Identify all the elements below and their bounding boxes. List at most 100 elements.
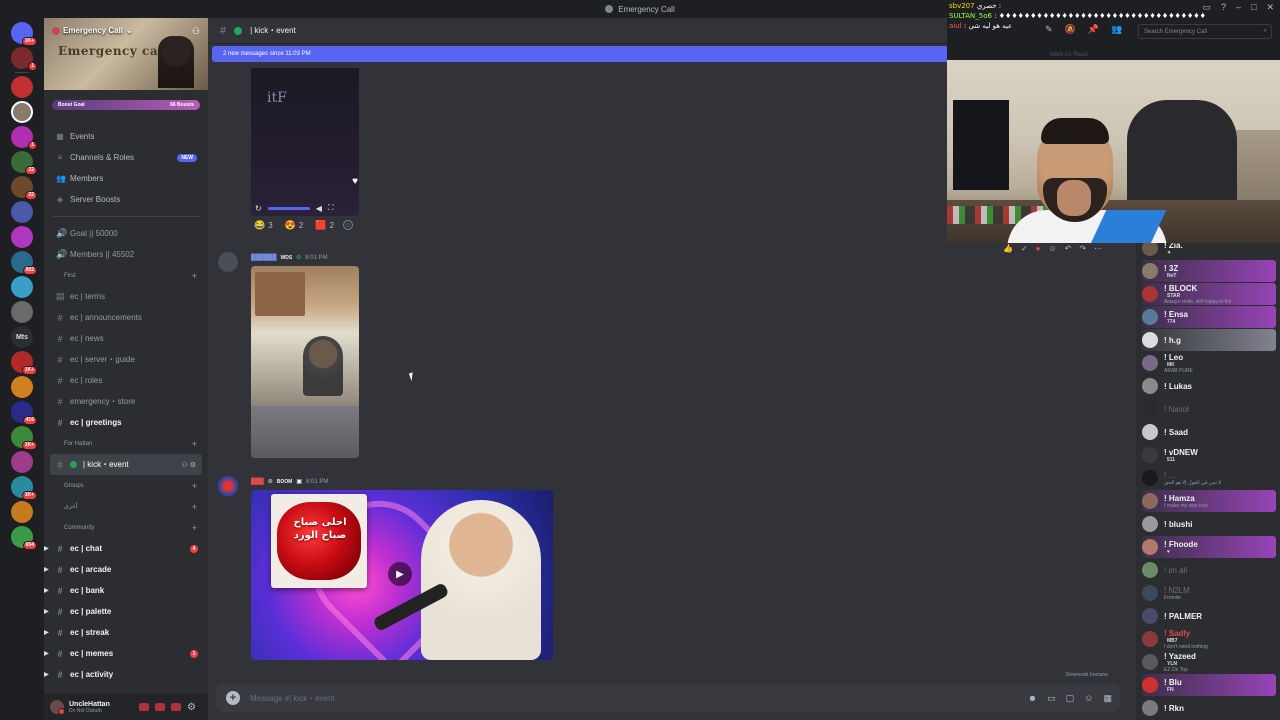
- member-item[interactable]: ! Lukas: [1142, 375, 1276, 397]
- replay-icon[interactable]: ↻: [255, 204, 262, 213]
- channel-palette[interactable]: ▶ # ec | palette: [44, 601, 208, 622]
- avatar[interactable]: [218, 252, 238, 272]
- add-reaction-icon[interactable]: ☺: [343, 220, 354, 230]
- author-name[interactable]: ███: [251, 479, 264, 485]
- member-item[interactable]: ! Fhoode ♥: [1142, 536, 1276, 558]
- channel-kick-event[interactable]: # | kick・event ⚇ ⚙: [50, 454, 202, 475]
- category-first[interactable]: First +: [44, 265, 208, 286]
- server-icon[interactable]: 502: [11, 251, 37, 275]
- server-icon[interactable]: 1: [11, 126, 37, 150]
- mute-channel-icon[interactable]: 🔕: [1065, 24, 1076, 35]
- add-reaction-icon[interactable]: ☺: [1049, 244, 1057, 253]
- fullscreen-icon[interactable]: ⛶: [328, 203, 334, 213]
- member-item[interactable]: ! Rkn: [1142, 697, 1276, 719]
- menu-item-members[interactable]: 👥 Members: [44, 168, 208, 189]
- reaction[interactable]: 😍 2: [282, 218, 307, 232]
- member-item[interactable]: ! Ensa 774: [1142, 306, 1276, 328]
- server-icon[interactable]: 1K+: [11, 476, 37, 500]
- category-for-hattan[interactable]: For Hattan +: [44, 433, 208, 454]
- boost-goal-bar[interactable]: Boost Goal 66 Boosts: [52, 100, 200, 110]
- channel-greetings[interactable]: # ec | greetings: [44, 412, 208, 433]
- add-channel-icon[interactable]: +: [192, 523, 197, 533]
- video-progress-bar[interactable]: [267, 206, 310, 210]
- message-composer[interactable]: + Message #| kick・event ☻ ▭ ▢ ☺ ▦: [216, 684, 1120, 712]
- channel-news[interactable]: # ec | news: [44, 328, 208, 349]
- stat-channel-goal[interactable]: 🔊 Goal || 50000: [44, 223, 208, 244]
- stat-channel-members[interactable]: 🔊 Members || 45502: [44, 244, 208, 265]
- close-icon[interactable]: ✕: [1266, 2, 1274, 13]
- channel-memes[interactable]: ▶ # ec | memes 1: [44, 643, 208, 664]
- add-channel-icon[interactable]: +: [192, 271, 197, 281]
- server-icon[interactable]: [11, 226, 33, 248]
- server-icon-active[interactable]: [11, 101, 33, 123]
- server-icon[interactable]: 1: [11, 47, 37, 71]
- server-banner[interactable]: Emergency Call ⌄ ⚇ Emergency call: [44, 18, 208, 90]
- add-channel-icon[interactable]: +: [192, 502, 197, 512]
- menu-item-channels-roles[interactable]: ≡ Channels & Roles NEW: [44, 147, 208, 168]
- composer-placeholder[interactable]: Message #| kick・event: [250, 693, 335, 704]
- category-community[interactable]: Community +: [44, 517, 208, 538]
- channel-settings-icon[interactable]: ⚇ ⚙: [182, 461, 197, 469]
- add-channel-icon[interactable]: +: [192, 439, 197, 449]
- avatar[interactable]: [50, 700, 65, 715]
- member-item[interactable]: ! im ali: [1142, 559, 1276, 581]
- member-list-icon[interactable]: 👥: [1111, 24, 1122, 35]
- member-item[interactable]: ! Zia. ✦: [1142, 243, 1276, 259]
- server-icon[interactable]: 22: [11, 176, 37, 200]
- avatar[interactable]: [218, 476, 238, 496]
- server-icon[interactable]: 1K+: [11, 351, 37, 375]
- member-item[interactable]: ! Saad: [1142, 421, 1276, 443]
- stream-icon[interactable]: [171, 703, 182, 711]
- member-item[interactable]: ! ... لا تمن في القول إلا هو الحق: [1142, 467, 1276, 489]
- reaction[interactable]: 😂 3: [251, 218, 276, 232]
- more-icon[interactable]: ⋯: [1094, 244, 1102, 253]
- pin-icon[interactable]: 📌: [1088, 24, 1099, 35]
- server-icon[interactable]: 1K+: [11, 426, 37, 450]
- add-channel-icon[interactable]: +: [192, 481, 197, 491]
- server-icon[interactable]: 416: [11, 401, 37, 425]
- server-icon[interactable]: [11, 301, 33, 323]
- invite-icon[interactable]: ⚇: [192, 26, 200, 37]
- author-name[interactable]: ██████: [251, 255, 277, 261]
- channel-server-guide[interactable]: # ec | server・guide: [44, 349, 208, 370]
- mark-as-read-button[interactable]: Mark As Read: [1050, 52, 1088, 58]
- server-icon[interactable]: 22: [11, 151, 37, 175]
- server-icon[interactable]: [11, 76, 33, 98]
- search-input[interactable]: Search Emergency Call ⌕: [1138, 24, 1272, 39]
- channel-terms[interactable]: ▤ ec | terms: [44, 286, 208, 307]
- channel-activity[interactable]: ▶ # ec | activity: [44, 664, 208, 685]
- server-name-button[interactable]: Emergency Call ⌄: [52, 26, 133, 35]
- attach-plus-icon[interactable]: +: [226, 691, 240, 705]
- member-item[interactable]: ! blushi: [1142, 513, 1276, 535]
- emoji-icon[interactable]: ☺: [1084, 693, 1093, 704]
- server-icon[interactable]: [11, 501, 33, 523]
- play-icon[interactable]: ▶: [388, 562, 412, 586]
- help-icon[interactable]: ?: [1221, 2, 1226, 13]
- apps-icon[interactable]: ▦: [1103, 693, 1112, 704]
- member-item[interactable]: ! h.g: [1142, 329, 1276, 351]
- minimize-icon[interactable]: –: [1236, 2, 1241, 13]
- deafen-icon[interactable]: [155, 703, 166, 711]
- image-attachment[interactable]: [251, 266, 359, 458]
- category-groups[interactable]: Groups +: [44, 475, 208, 496]
- member-item[interactable]: ! Nasol: [1142, 398, 1276, 420]
- reply-icon[interactable]: ↶: [1065, 244, 1072, 253]
- menu-item-server-boosts[interactable]: ◈ Server Boosts: [44, 189, 208, 210]
- member-item[interactable]: ! Leo MK ARAB PURE: [1142, 352, 1276, 374]
- maximize-icon[interactable]: □: [1251, 2, 1256, 13]
- mute-icon[interactable]: [139, 703, 150, 711]
- menu-item-events[interactable]: ▦ Events: [44, 126, 208, 147]
- home-button[interactable]: 1K+: [11, 22, 37, 46]
- sticker-icon[interactable]: ▢: [1066, 693, 1075, 704]
- video-attachment[interactable]: itF ♥ ↻ ◀ ⛶: [251, 68, 359, 216]
- channel-roles[interactable]: # ec | roles: [44, 370, 208, 391]
- heart-react-icon[interactable]: ●: [1036, 244, 1041, 253]
- member-item[interactable]: ! Yazeed YLN EZ On Top: [1142, 651, 1276, 673]
- gear-icon[interactable]: ⚙: [187, 702, 196, 713]
- reaction[interactable]: 🟥 2: [312, 218, 337, 232]
- server-icon[interactable]: [11, 451, 33, 473]
- member-item[interactable]: ! PALMER: [1142, 605, 1276, 627]
- member-item[interactable]: ! Hamza I make my own luck: [1142, 490, 1276, 512]
- channel-streak[interactable]: ▶ # ec | streak: [44, 622, 208, 643]
- user-names[interactable]: UncleHattan Do Not Disturb: [69, 701, 110, 714]
